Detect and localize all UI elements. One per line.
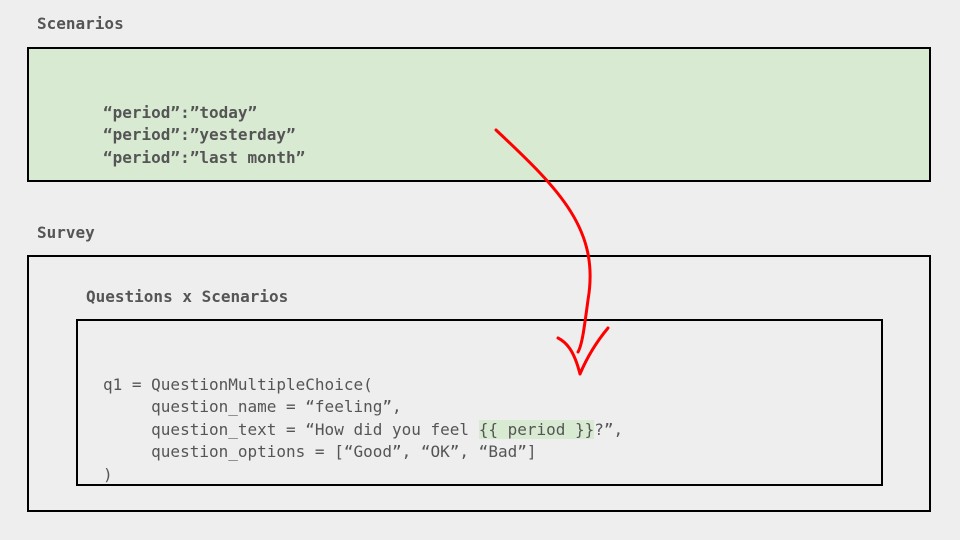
red-arrow-curve (494, 128, 592, 354)
arrow-overlay (494, 128, 610, 376)
